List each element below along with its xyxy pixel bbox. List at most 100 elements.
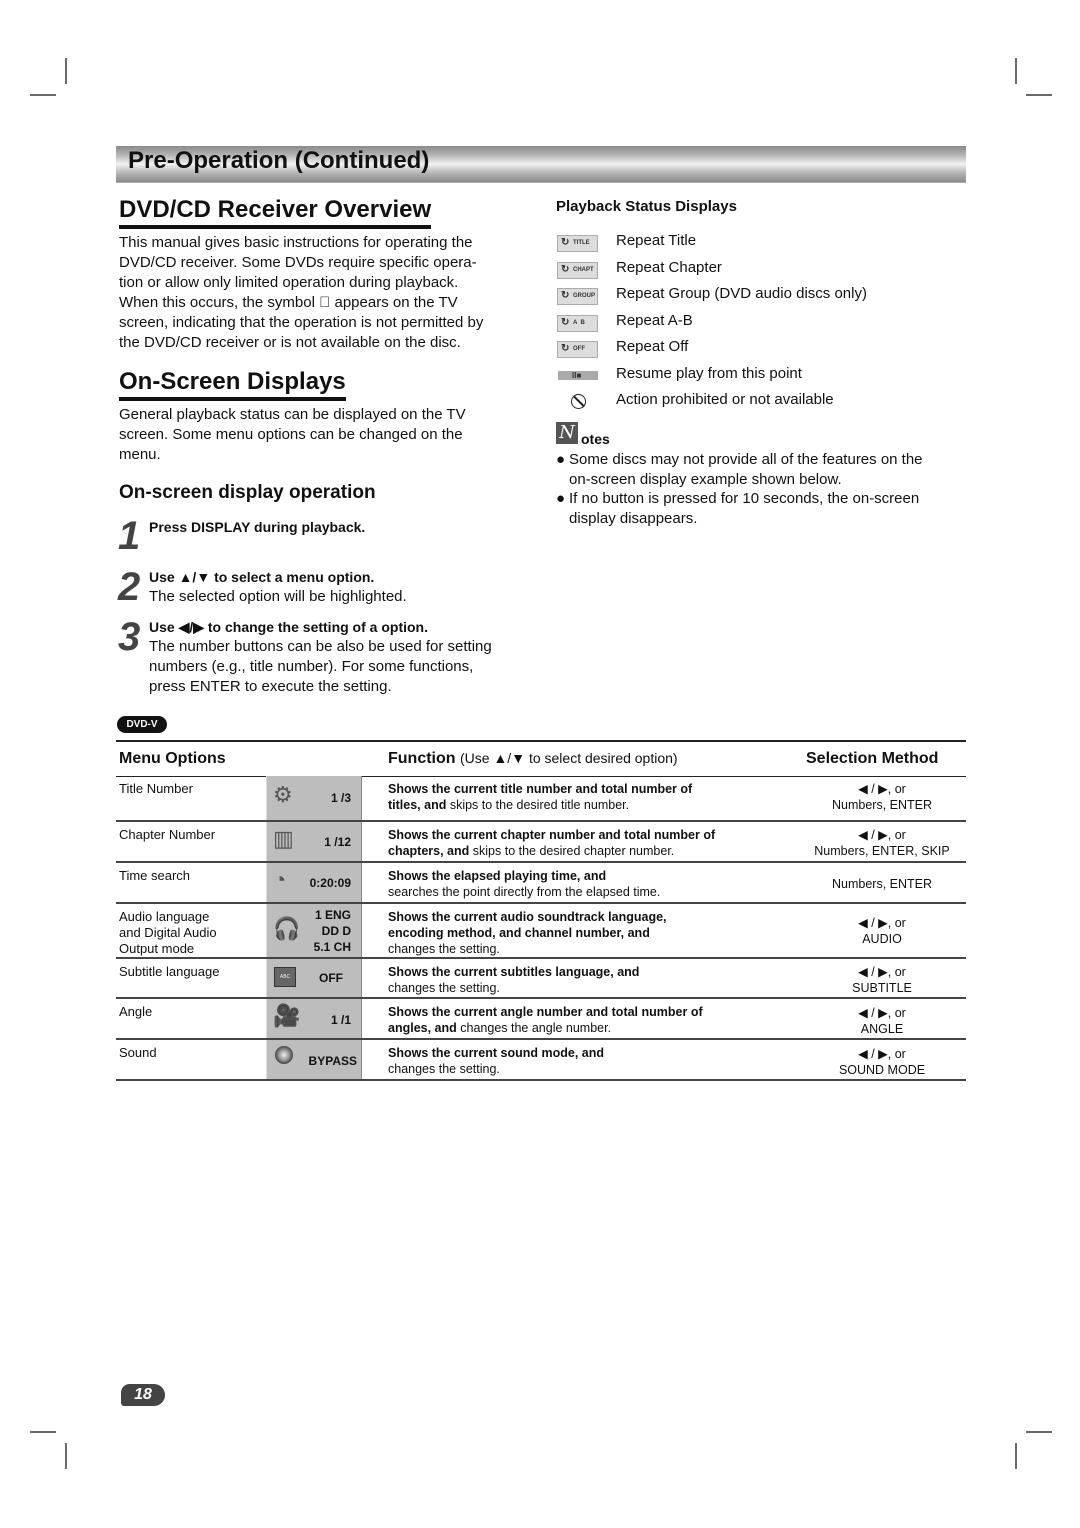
function-description: Shows the current subtitles language, an… [388,965,640,995]
osd-display: BYPASS [266,1040,362,1079]
osd-display: ◔ 0:20:09 [266,863,362,902]
onscreen-title: On-Screen Displays [119,368,346,401]
text-line: General playback status can be displayed… [119,406,466,423]
prohibited-icon [571,394,586,409]
menu-option-label: Chapter Number [119,827,216,842]
selection-method: ◀ / ▶, or Numbers, ENTER [831,782,933,812]
film-reel-icon: ⚙ [273,782,293,807]
text-line: screen, indicating that the operation is… [119,314,484,331]
crop-mark [30,94,56,96]
playback-status-title: Playback Status Displays [556,198,737,215]
crop-mark [1015,1443,1017,1469]
step-text: press ENTER to execute the setting. [149,678,392,695]
text-line: on-screen display example shown below. [569,471,842,488]
dvd-v-badge: DVD-V [117,716,167,733]
text-line: display disappears. [569,510,698,527]
osd-value: 1 /3 [330,791,351,805]
crop-mark [30,1431,56,1433]
crop-mark [1015,58,1017,84]
osd-display: ▥ 1 /12 [266,822,362,861]
table-row: Title Number ⚙ 1 /3 Shows the current ti… [116,776,966,822]
menu-option-label: Subtitle language [119,964,220,979]
table-row: Time search ◔ 0:20:09 Shows the elapsed … [116,863,966,904]
status-label: Action prohibited or not available [616,391,834,408]
page-number: 18 [121,1384,165,1406]
header-function: Function (Use ▲/▼ to select desired opti… [388,750,678,767]
onscreen-paragraph: General playback status can be displayed… [119,405,529,465]
repeat-chapter-icon: ↻ CHAPT [557,262,598,279]
step-text: numbers (e.g., title number). For some f… [149,658,474,675]
selection-method: ◀ / ▶, or Numbers, ENTER, SKIP [814,828,950,858]
osd-value: 0:20:09 [309,876,351,890]
menu-option-label: Title Number [119,781,193,796]
overview-paragraph: This manual gives basic instructions for… [119,233,529,353]
section-header-bar: Pre-Operation (Continued) [116,146,966,183]
osd-display: ⚙ 1 /3 [266,776,362,820]
step-number: 3 [118,615,141,659]
step-title: Use ◀/▶ to change the setting of a optio… [149,619,428,635]
status-label: Repeat A-B [616,312,693,329]
status-label: Repeat Group (DVD audio discs only) [616,285,867,302]
text-line: Some discs may not provide all of the fe… [569,451,923,468]
step-title: Use ▲/▼ to select a menu option. [149,569,375,585]
step-text: The number buttons can be also be used f… [149,638,492,655]
overview-section: DVD/CD Receiver Overview [119,196,432,229]
crop-mark [1026,94,1052,96]
text-line: tion or allow only limited operation dur… [119,274,459,291]
selection-method: ◀ / ▶, or SUBTITLE [852,965,912,995]
status-label: Repeat Title [616,232,697,249]
selection-method: ◀ / ▶, or ANGLE [858,1006,906,1036]
onscreen-section: On-Screen Displays [119,368,346,401]
function-description: Shows the current audio soundtrack langu… [388,910,667,956]
header-menu-options: Menu Options [119,750,226,767]
table-row: Subtitle language ABC OFF Shows the curr… [116,959,966,999]
selection-method: ◀ / ▶, or SOUND MODE [838,1047,926,1077]
function-description: Shows the current title number and total… [388,782,693,812]
notes-icon: N [556,422,578,444]
repeat-group-icon: ↻ GROUP [557,288,598,305]
osd-display: ABC OFF [266,959,362,997]
function-description: Shows the elapsed playing time, and searc… [388,869,661,899]
repeat-off-icon: ↻ OFF [557,341,598,358]
selection-method: ◀ / ▶, or AUDIO [858,916,906,946]
step-title: Press DISPLAY during playback. [149,519,366,535]
status-label: Repeat Chapter [616,259,722,276]
step-number: 2 [118,565,141,609]
headphones-icon: 🎧 [273,916,301,941]
osd-value: OFF [319,971,343,985]
clock-icon: ◔ [273,867,287,892]
function-description: Shows the current chapter number and tot… [388,828,716,858]
osd-value: BYPASS [308,1054,357,1068]
text-line: This manual gives basic instructions for… [119,234,473,251]
text-line: When this occurs, the symbol ⃠ appears o… [119,294,458,311]
text-line: menu. [119,446,161,463]
notes-title: otes [581,431,610,447]
function-description: Shows the current angle number and total… [388,1005,703,1035]
film-strip-icon: ▥ [273,826,294,851]
section-header: Pre-Operation (Continued) [128,147,430,174]
speaker-icon [275,1046,293,1064]
status-label: Resume play from this point [616,365,802,382]
table-row: Sound BYPASS Shows the current sound mod… [116,1040,966,1081]
operation-title: On-screen display operation [119,482,376,503]
crop-mark [65,58,67,84]
step-text: The selected option will be highlighted. [149,588,407,605]
selection-method: Numbers, ENTER [831,877,933,891]
subtitle-icon: ABC [274,967,296,987]
function-description: Shows the current sound mode, and changes… [388,1046,604,1076]
header-selection-method: Selection Method [806,750,939,767]
step-number: 1 [118,514,141,558]
resume-icon: II■ [558,371,598,380]
camera-icon: 🎥 [273,1003,301,1028]
text-line: screen. Some menu options can be changed… [119,426,463,443]
menu-option-label: Time search [119,868,191,883]
crop-mark [1026,1431,1052,1433]
table-row: Chapter Number ▥ 1 /12 Shows the current… [116,822,966,863]
table-header: Menu Options Function (Use ▲/▼ to select… [116,740,966,777]
menu-option-label: Audio language and Digital Audio Output mo… [119,909,217,956]
overview-title: DVD/CD Receiver Overview [119,196,432,229]
osd-value: 1 /12 [324,835,351,849]
status-label: Repeat Off [616,338,689,355]
osd-value: 1 ENG DD D 5.1 CH [313,908,351,954]
text-line: the DVD/CD receiver or is not available … [119,334,461,351]
